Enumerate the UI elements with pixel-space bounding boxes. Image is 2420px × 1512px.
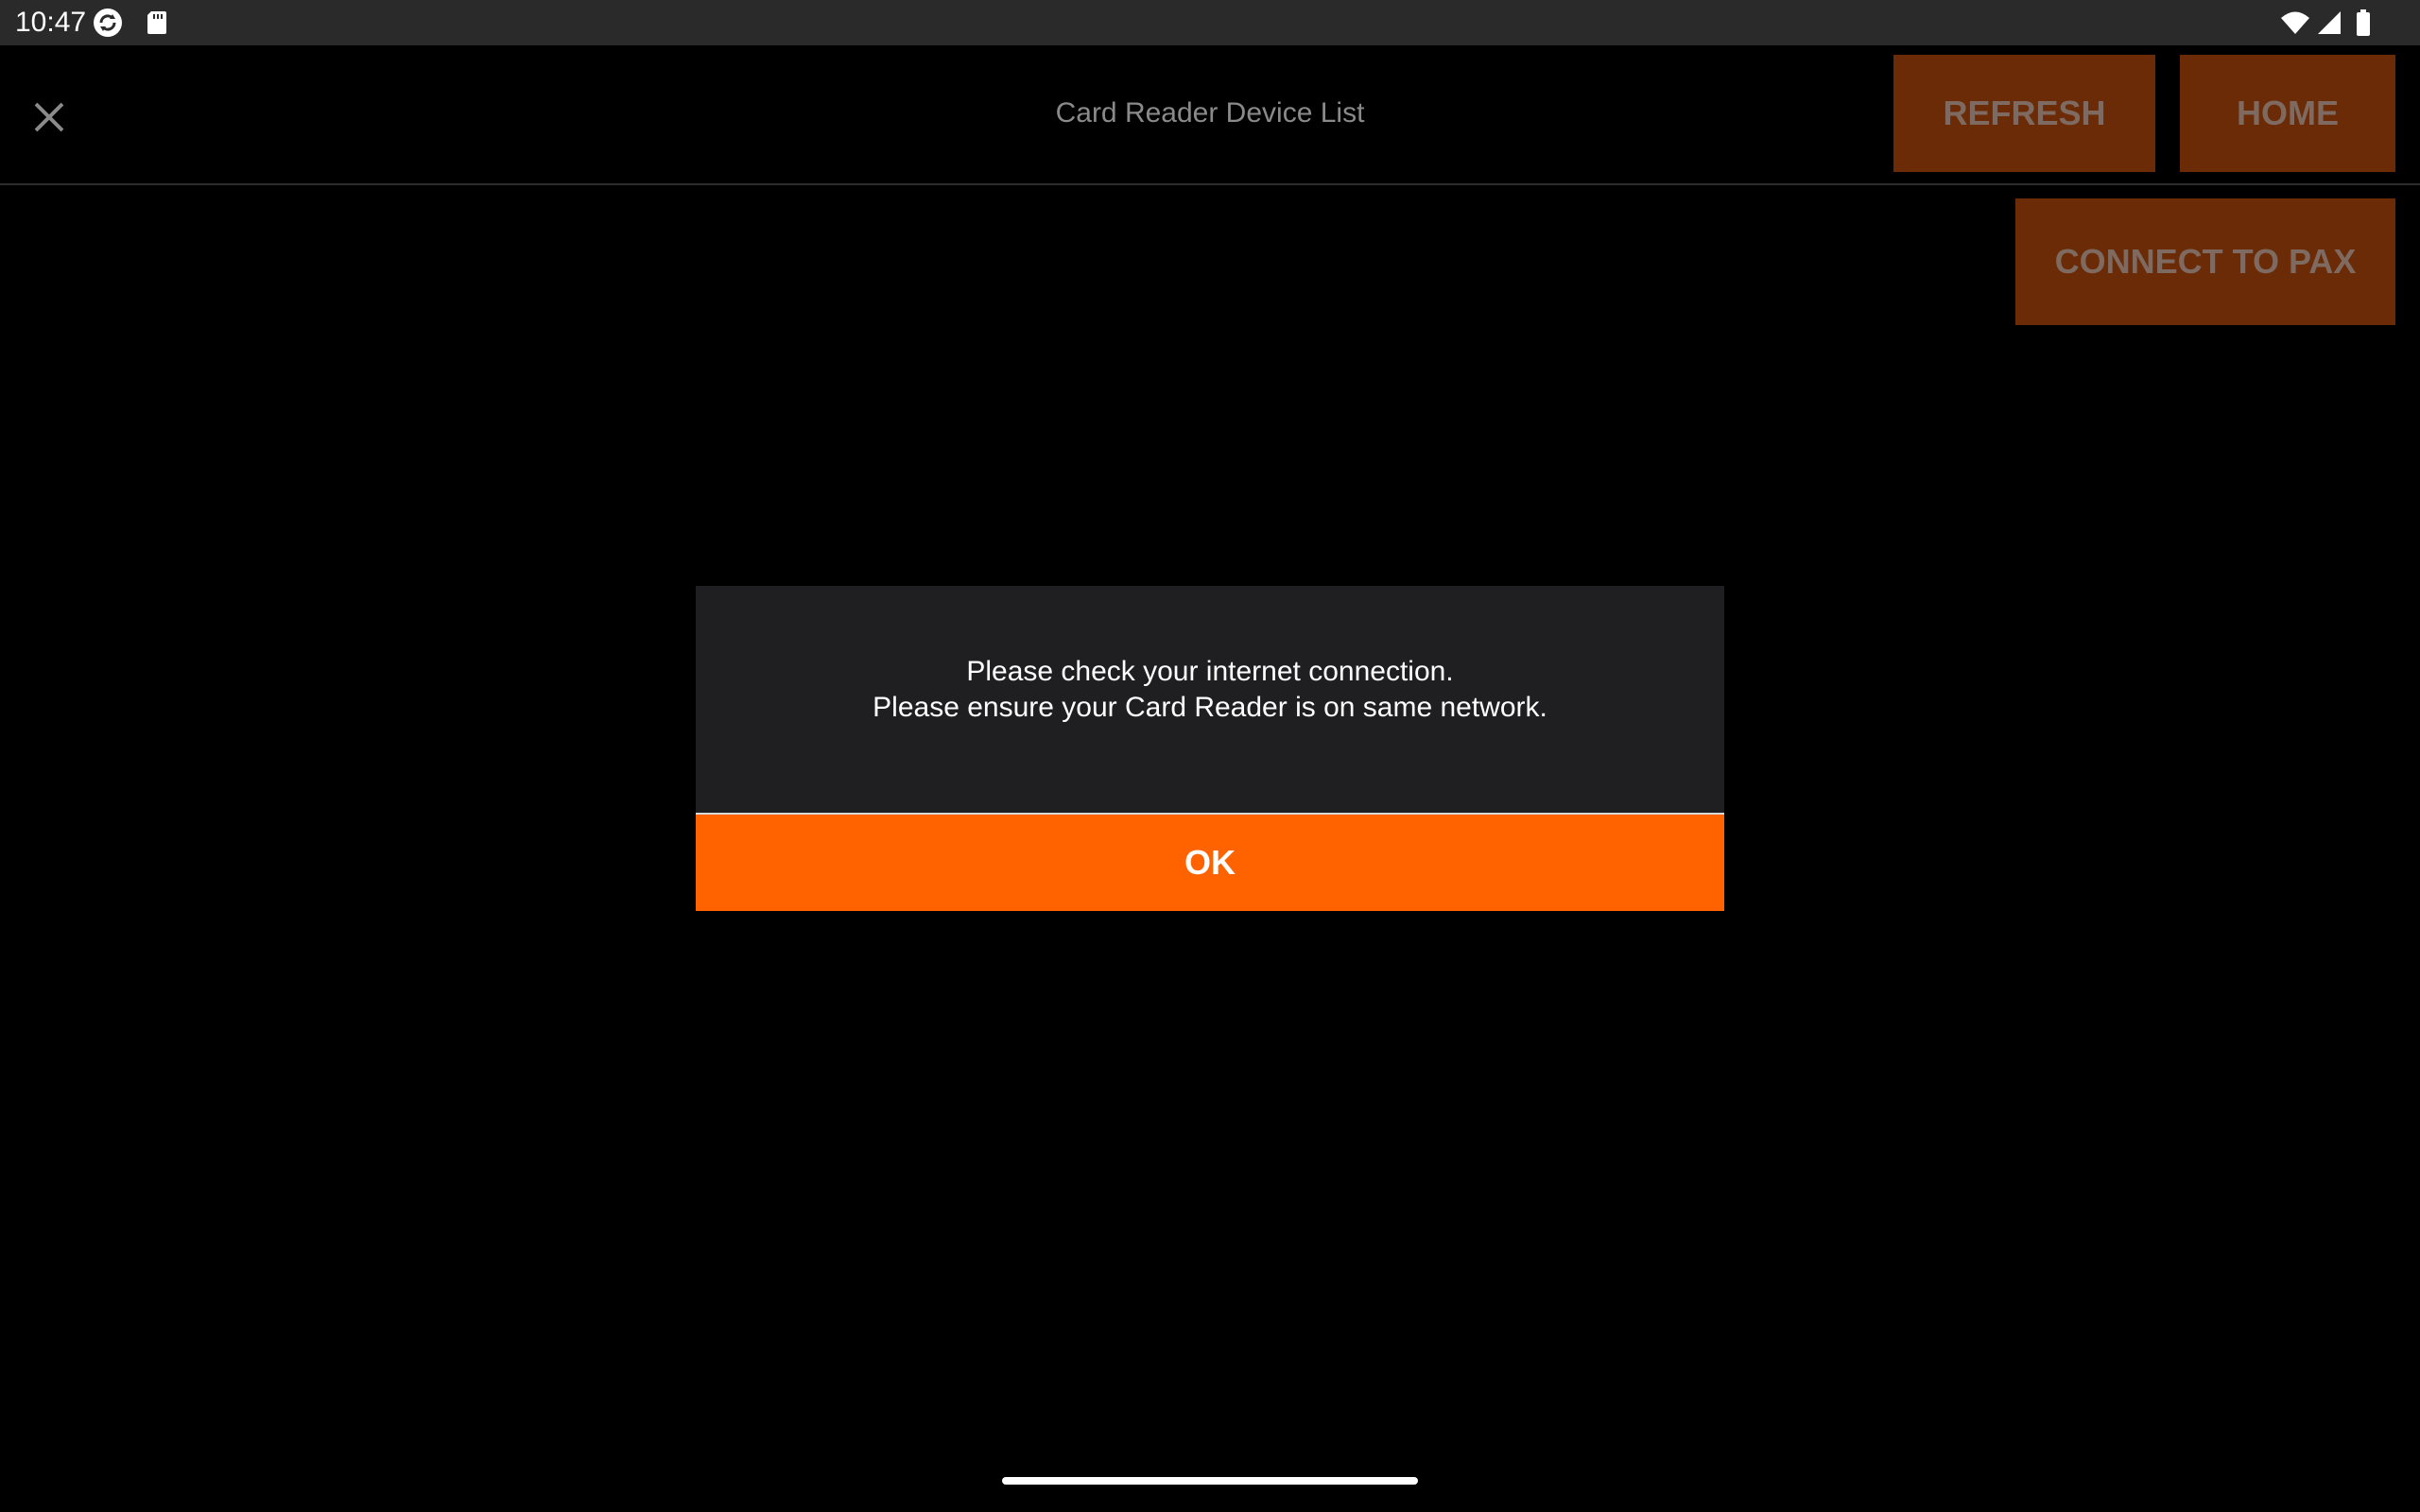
dialog-message-line-2: Please ensure your Card Reader is on sam… — [873, 692, 1547, 723]
status-time: 10:47 — [15, 7, 87, 38]
wifi-icon — [2280, 8, 2310, 38]
connect-to-pax-button[interactable]: CONNECT TO PAX — [2015, 198, 2395, 325]
home-button[interactable]: HOME — [2180, 55, 2395, 172]
close-button[interactable] — [21, 91, 78, 147]
app-bar: Card Reader Device List REFRESH HOME — [0, 45, 2420, 185]
status-bar: 10:47 — [0, 0, 2420, 45]
sync-icon — [93, 8, 123, 38]
cellular-signal-icon — [2314, 8, 2344, 38]
page-title: Card Reader Device List — [1055, 97, 1365, 129]
close-icon — [32, 100, 66, 139]
refresh-button[interactable]: REFRESH — [1893, 55, 2155, 172]
home-gesture-indicator[interactable] — [1002, 1477, 1418, 1485]
battery-icon — [2348, 8, 2378, 38]
dialog-message: Please check your internet connection. P… — [696, 654, 1724, 726]
alert-dialog: Please check your internet connection. P… — [696, 586, 1724, 911]
sd-card-icon — [142, 8, 172, 38]
screen: 10:47 Card Reader Device List REFRESH HO… — [0, 0, 2420, 1512]
dialog-message-line-1: Please check your internet connection. — [966, 656, 1454, 687]
ok-button[interactable]: OK — [696, 815, 1724, 911]
